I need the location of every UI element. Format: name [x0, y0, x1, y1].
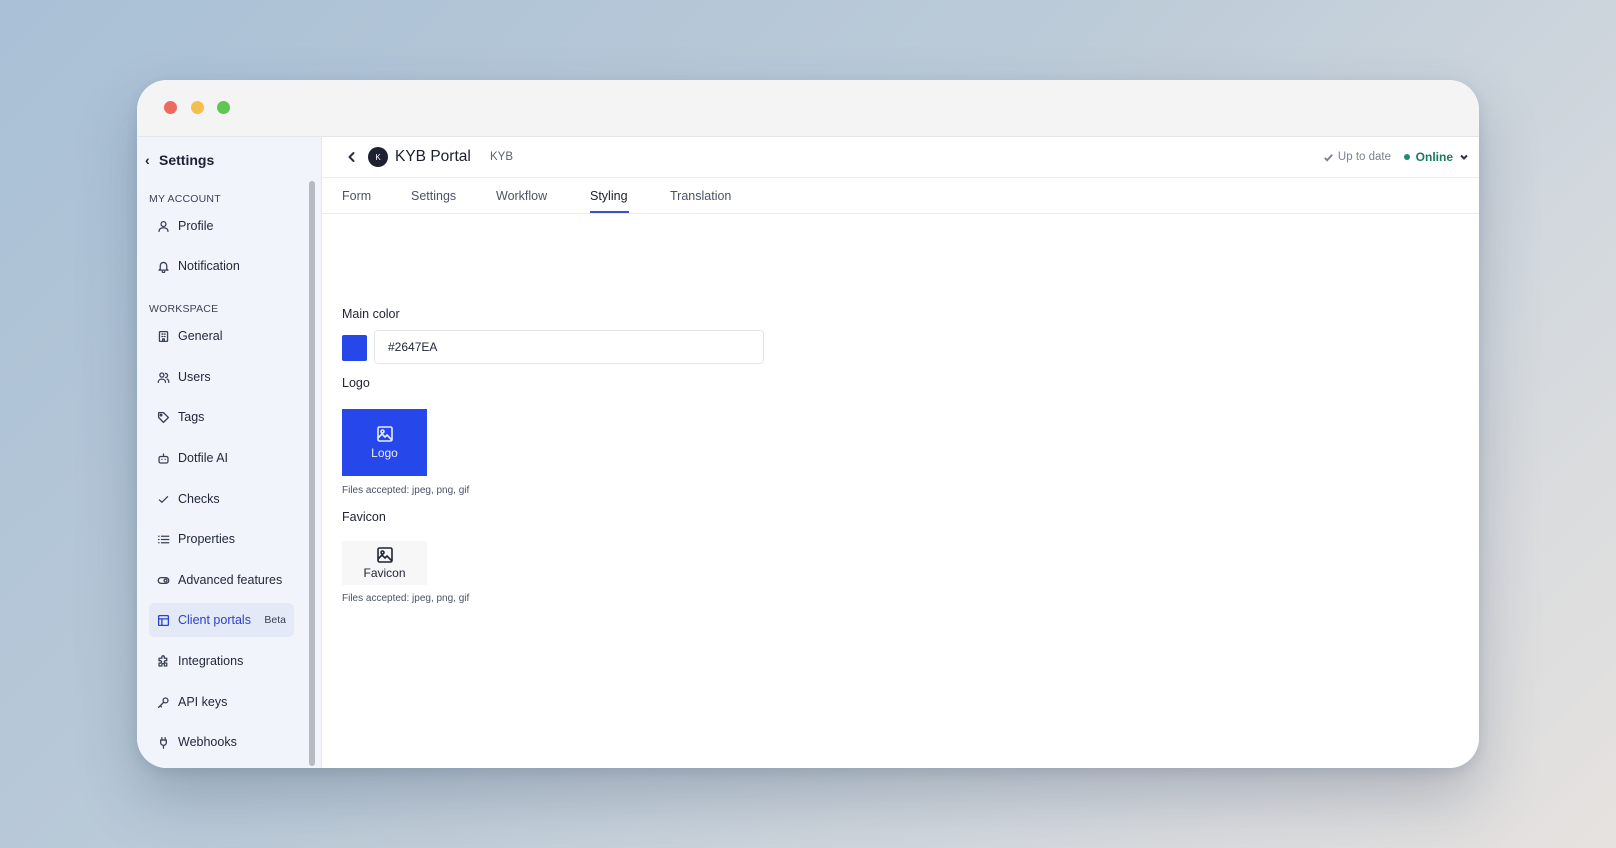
puzzle-icon — [156, 654, 170, 668]
sidebar-item-profile[interactable]: Profile — [149, 209, 294, 243]
image-icon — [376, 426, 393, 442]
tab-workflow[interactable]: Workflow — [496, 188, 547, 204]
portal-type-tag: KYB — [490, 151, 514, 163]
online-status-label: Online — [1415, 150, 1453, 164]
sidebar-item-notification[interactable]: Notification — [149, 249, 294, 283]
portal-avatar: K — [368, 147, 388, 167]
sync-status: Up to date — [1323, 149, 1391, 165]
tab-form[interactable]: Form — [342, 188, 371, 204]
close-window-button[interactable] — [164, 101, 177, 114]
logo-upload-button[interactable]: Logo — [342, 409, 427, 476]
sidebar-item-label: Notification — [178, 259, 240, 273]
sidebar-item-label: Profile — [178, 219, 214, 233]
favicon-upload-label: Favicon — [363, 566, 406, 580]
toggle-icon — [156, 573, 170, 587]
favicon-label: Favicon — [342, 510, 386, 524]
chevron-left-icon: ‹ — [145, 152, 150, 168]
chevron-down-icon — [1460, 154, 1468, 160]
sidebar-item-properties[interactable]: Properties — [149, 522, 294, 556]
favicon-upload-button[interactable]: Favicon — [342, 541, 427, 585]
section-my-account: MY ACCOUNT — [149, 193, 221, 205]
check-icon — [1324, 153, 1333, 162]
sidebar-item-label: API keys — [178, 695, 228, 709]
sidebar-item-label: Advanced features — [178, 573, 283, 587]
key-icon — [156, 695, 170, 709]
active-tab-indicator — [590, 211, 629, 213]
sidebar-item-label: Properties — [178, 532, 235, 546]
sidebar-item-dotfile-ai[interactable]: Dotfile AI — [149, 441, 294, 475]
logo-file-hint: Files accepted: jpeg, png, gif — [342, 485, 470, 496]
main-color-input[interactable]: #2647EA — [374, 330, 764, 364]
sidebar-item-label: Checks — [178, 492, 220, 506]
page-title: KYB Portal — [395, 148, 471, 165]
sidebar-item-client-portals[interactable]: Client portals Beta — [149, 603, 294, 637]
check-icon — [156, 492, 170, 506]
webhook-icon — [156, 735, 170, 749]
user-icon — [156, 219, 170, 233]
bot-icon — [156, 451, 170, 465]
sidebar-item-users[interactable]: Users — [149, 360, 294, 394]
sidebar-item-label: Client portals — [178, 613, 251, 627]
portal-header: K KYB Portal KYB Up to date Online — [322, 137, 1479, 178]
sidebar-scrollbar-thumb[interactable] — [309, 181, 315, 766]
beta-badge: Beta — [264, 614, 286, 626]
sidebar-item-label: Dotfile AI — [178, 451, 229, 465]
app-window: ‹ Settings MY ACCOUNT Profile Notificati… — [137, 80, 1479, 768]
portal-tabs: Form Settings Workflow Styling Translati… — [322, 178, 1479, 214]
color-swatch[interactable] — [342, 335, 367, 361]
settings-back-link[interactable]: ‹ Settings — [145, 149, 214, 171]
settings-title: Settings — [159, 152, 215, 168]
list-icon — [156, 532, 170, 546]
image-icon — [376, 547, 393, 563]
online-status-dropdown[interactable]: Online — [1403, 149, 1469, 165]
sidebar-item-advanced-features[interactable]: Advanced features — [149, 563, 294, 597]
layout-icon — [156, 613, 170, 627]
favicon-file-hint: Files accepted: jpeg, png, gif — [342, 593, 470, 604]
settings-sidebar: ‹ Settings MY ACCOUNT Profile Notificati… — [137, 137, 322, 768]
sidebar-item-general[interactable]: General — [149, 319, 294, 353]
maximize-window-button[interactable] — [217, 101, 230, 114]
users-icon — [156, 370, 170, 384]
tag-icon — [156, 410, 170, 424]
sidebar-item-webhooks[interactable]: Webhooks — [149, 725, 294, 759]
main-panel: K KYB Portal KYB Up to date Online Form … — [322, 137, 1479, 768]
main-color-label: Main color — [342, 307, 400, 321]
section-workspace: WORKSPACE — [149, 303, 219, 315]
logo-upload-label: Logo — [371, 446, 398, 460]
sidebar-item-label: Users — [178, 370, 211, 384]
sidebar-item-label: Webhooks — [178, 735, 237, 749]
logo-label: Logo — [342, 376, 370, 390]
sidebar-item-label: Integrations — [178, 654, 244, 668]
sidebar-item-label: Tags — [178, 410, 205, 424]
building-icon — [156, 329, 170, 343]
sidebar-item-label: General — [178, 329, 223, 343]
bell-icon — [156, 259, 170, 273]
sidebar-item-checks[interactable]: Checks — [149, 482, 294, 516]
sync-status-label: Up to date — [1337, 151, 1391, 163]
sidebar-item-integrations[interactable]: Integrations — [149, 644, 294, 678]
sidebar-item-tags[interactable]: Tags — [149, 400, 294, 434]
tab-translation[interactable]: Translation — [670, 188, 731, 204]
sidebar-item-api-keys[interactable]: API keys — [149, 685, 294, 719]
tab-styling[interactable]: Styling — [590, 188, 628, 204]
online-dot-icon — [1403, 154, 1410, 160]
tab-settings[interactable]: Settings — [411, 188, 456, 204]
title-bar — [137, 80, 1479, 137]
minimize-window-button[interactable] — [191, 101, 204, 114]
chevron-left-icon — [348, 152, 355, 162]
back-button[interactable] — [342, 147, 362, 167]
